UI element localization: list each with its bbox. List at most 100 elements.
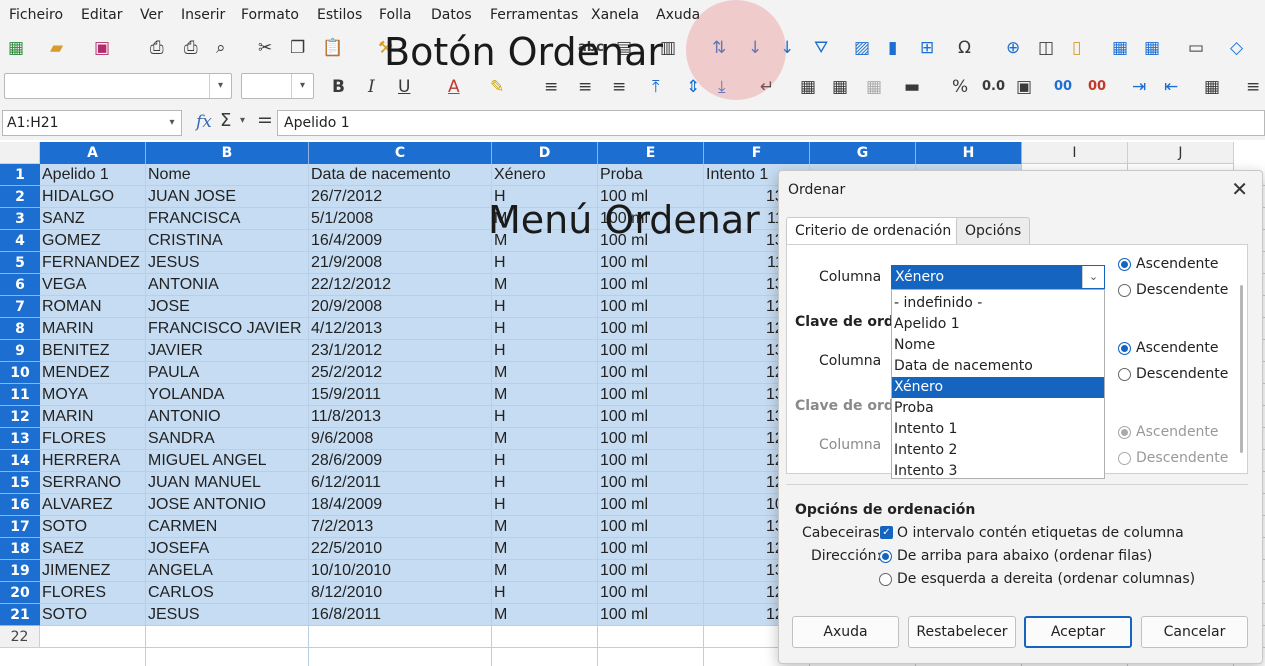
cell[interactable]: 100 ml — [600, 516, 700, 538]
row-header[interactable]: 21 — [0, 604, 40, 626]
ok-button[interactable]: Aceptar — [1024, 616, 1132, 648]
cell[interactable]: ROMAN — [42, 296, 142, 318]
row-header[interactable]: 19 — [0, 560, 40, 582]
cell[interactable]: FERNANDEZ — [42, 252, 142, 274]
align-right-icon[interactable]: ≡ — [612, 77, 626, 97]
increase-indent-icon[interactable]: ⇥ — [1132, 77, 1146, 97]
cell[interactable]: Xénero — [494, 164, 594, 186]
column-header-h[interactable]: H — [916, 142, 1022, 164]
row-header[interactable]: 7 — [0, 296, 40, 318]
cell[interactable]: ANGELA — [148, 560, 305, 582]
cell[interactable]: 8/12/2010 — [311, 582, 488, 604]
cell[interactable]: 100 ml — [600, 450, 700, 472]
cell[interactable]: JESUS — [148, 252, 305, 274]
define-print-area-icon[interactable]: ▦ — [1112, 38, 1128, 58]
insert-image-icon[interactable]: ▨ — [854, 38, 870, 58]
cell[interactable]: HERRERA — [42, 450, 142, 472]
dropdown-option[interactable]: Apelido 1 — [892, 314, 1104, 335]
cell[interactable]: M — [494, 516, 594, 538]
cell[interactable]: JIMENEZ — [42, 560, 142, 582]
row-header[interactable]: 12 — [0, 406, 40, 428]
cell[interactable]: JUAN MANUEL — [148, 472, 305, 494]
borders-icon[interactable]: ▦ — [1204, 77, 1220, 97]
cell[interactable]: 100 ml — [600, 472, 700, 494]
percent-format-icon[interactable]: % — [952, 77, 968, 97]
cell[interactable]: 18/4/2009 — [311, 494, 488, 516]
column-header-a[interactable]: A — [40, 142, 146, 164]
dropdown-option[interactable]: Proba — [892, 398, 1104, 419]
font-name-combo[interactable]: ▾ — [4, 73, 232, 99]
column-header-d[interactable]: D — [492, 142, 598, 164]
formula-input[interactable]: Apelido 1 — [277, 110, 1265, 136]
chevron-down-icon[interactable]: ▾ — [163, 111, 181, 135]
freeze-rows-icon[interactable]: ▦ — [1144, 38, 1160, 58]
row-header[interactable]: 20 — [0, 582, 40, 604]
cell[interactable]: CARMEN — [148, 516, 305, 538]
cell[interactable]: FLORES — [42, 428, 142, 450]
cell[interactable]: SOTO — [42, 604, 142, 626]
dropdown-option[interactable]: Nome — [892, 335, 1104, 356]
cell[interactable]: Nome — [148, 164, 305, 186]
cell[interactable]: MARIN — [42, 406, 142, 428]
cell[interactable]: CARLOS — [148, 582, 305, 604]
cell[interactable]: 20/9/2008 — [311, 296, 488, 318]
cell[interactable]: 22/5/2010 — [311, 538, 488, 560]
align-top-icon[interactable]: ⤒ — [652, 77, 660, 97]
column-header-b[interactable]: B — [146, 142, 309, 164]
cell[interactable]: 23/1/2012 — [311, 340, 488, 362]
show-draw-functions-icon[interactable]: ◇ — [1230, 38, 1243, 58]
cell[interactable]: SANDRA — [148, 428, 305, 450]
row-header[interactable]: 11 — [0, 384, 40, 406]
cell[interactable]: FRANCISCO JAVIER — [148, 318, 305, 340]
row-header[interactable]: 5 — [0, 252, 40, 274]
underline-icon[interactable]: U — [398, 77, 410, 97]
cell[interactable]: Apelido 1 — [42, 164, 142, 186]
cell[interactable]: 100 ml — [600, 340, 700, 362]
dropdown-option[interactable]: Intento 3 — [892, 461, 1104, 482]
menu-ficheiro[interactable]: Ficheiro — [9, 7, 63, 23]
cell[interactable]: JESUS — [148, 604, 305, 626]
menu-xanela[interactable]: Xanela — [591, 7, 639, 23]
column-header-g[interactable]: G — [810, 142, 916, 164]
cell[interactable]: GOMEZ — [42, 230, 142, 252]
cell[interactable]: 100 ml — [600, 362, 700, 384]
cell[interactable]: 7/2/2013 — [311, 516, 488, 538]
italic-icon[interactable]: I — [368, 77, 375, 97]
dropdown-option[interactable]: Intento 2 — [892, 440, 1104, 461]
direction-rows-radio[interactable]: De arriba para abaixo (ordenar filas) — [879, 548, 1152, 564]
align-center-icon[interactable]: ≡ — [578, 77, 592, 97]
key3-ascending-radio[interactable]: Ascendente — [1118, 424, 1219, 440]
key1-descending-radio[interactable]: Descendente — [1118, 282, 1228, 298]
row-header[interactable]: 3 — [0, 208, 40, 230]
menu-editar[interactable]: Editar — [81, 7, 122, 23]
dropdown-option[interactable]: Data de nacemento — [892, 356, 1104, 377]
cell[interactable]: M — [494, 274, 594, 296]
comment-icon[interactable]: ◫ — [1038, 38, 1054, 58]
cell[interactable]: YOLANDA — [148, 384, 305, 406]
menu-ver[interactable]: Ver — [140, 7, 163, 23]
decrease-indent-icon[interactable]: ⇤ — [1164, 77, 1178, 97]
column-header-e[interactable]: E — [598, 142, 704, 164]
cell[interactable]: ANTONIO — [148, 406, 305, 428]
special-character-icon[interactable]: Ω — [958, 38, 971, 58]
key2-ascending-radio[interactable]: Ascendente — [1118, 340, 1219, 356]
cell[interactable]: VEGA — [42, 274, 142, 296]
cell[interactable]: 16/8/2011 — [311, 604, 488, 626]
cell[interactable]: 28/6/2009 — [311, 450, 488, 472]
open-folder-icon[interactable]: ▰ — [50, 38, 63, 58]
cell[interactable]: MARIN — [42, 318, 142, 340]
dropdown-option[interactable]: - indefinido - — [892, 293, 1104, 314]
row-header[interactable]: 14 — [0, 450, 40, 472]
delete-decimal-icon[interactable]: 00 — [1088, 77, 1106, 97]
row-header[interactable]: 15 — [0, 472, 40, 494]
hyperlink-icon[interactable]: ⊕ — [1006, 38, 1020, 58]
formula-icon[interactable]: = — [257, 109, 273, 131]
column-header-j[interactable]: J — [1128, 142, 1234, 164]
cell[interactable]: 25/2/2012 — [311, 362, 488, 384]
cell[interactable]: H — [494, 406, 594, 428]
key2-descending-radio[interactable]: Descendente — [1118, 366, 1228, 382]
merge-center-icon[interactable]: ▦ — [800, 77, 816, 97]
cell[interactable]: M — [494, 538, 594, 560]
menu-datos[interactable]: Datos — [431, 7, 472, 23]
cell[interactable]: 16/4/2009 — [311, 230, 488, 252]
